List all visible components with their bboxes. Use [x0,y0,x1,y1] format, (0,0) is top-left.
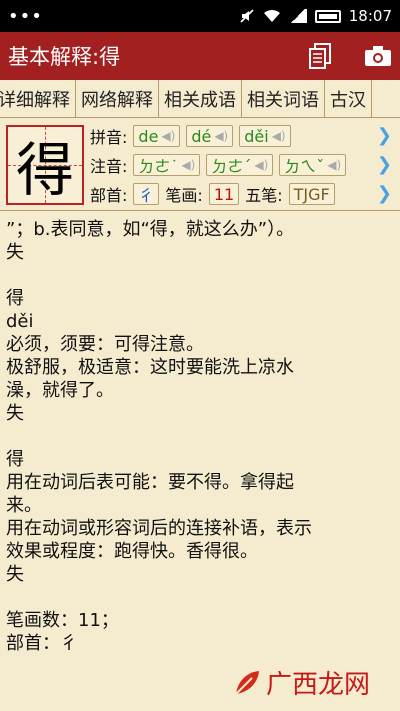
content-line: 用在动词或形容词后的连接补语，表示 [6,518,312,539]
watermark-text: 广西龙网 [265,670,370,700]
title-bar: 基本解释:得 [0,32,400,80]
pinyin-label: 拼音: [90,128,128,147]
mute-icon [240,9,254,23]
definition-content[interactable]: ”；b.表同意，如“得，就这么办”）。 失 得 děi 必须，须要：可得注意。 … [0,212,400,711]
character-grid: 得 [6,125,84,205]
speaker-icon: ◀) [161,129,176,143]
camera-icon [365,46,391,66]
wubi-label: 五笔: [245,186,283,205]
content-line: děi [6,311,34,332]
content-line: 得 [6,288,24,309]
copy-icon [309,43,331,69]
strokes-value: 11 [208,183,240,205]
pinyin-row: 拼音: de ◀) dé ◀) děi ◀) [90,123,291,149]
tab-words[interactable]: 相关词语 [242,80,325,117]
zhuyin-more-arrow-icon[interactable]: ❯ [377,154,392,175]
radical-label: 部首: [90,186,128,205]
character-panel: 得 拼音: de ◀) dé ◀) děi ◀) ❯ 注音: ㄉㄜ˙ ◀) ㄉㄜˊ ◀) … [0,119,400,211]
content-line: 部首：彳 [6,633,78,654]
status-bar: ••• 18:07 [0,0,400,32]
content-line: 澡，就得了。 [6,380,114,401]
notification-dots: ••• [8,5,43,27]
content-line: ”；b.表同意，如“得，就这么办”）。 [6,219,295,240]
zhuyin-dei-button[interactable]: ㄉㄟˇ ◀) [279,154,347,176]
strokes-label: 笔画: [165,186,203,205]
copy-button[interactable] [306,42,334,70]
speaker-icon: ◀) [254,158,269,172]
speaker-icon: ◀) [214,129,229,143]
status-icons: 18:07 [239,7,392,25]
pinyin-de-button[interactable]: de ◀) [133,125,181,147]
zhuyin-label: 注音: [90,157,128,176]
content-line: 来。 [6,495,42,516]
content-line: 必须，须要：可得注意。 [6,334,204,355]
content-line: 极舒服，极适意：这时要能洗上凉水 [6,357,294,378]
tab-bar: 详细解释 网络解释 相关成语 相关词语 古汉 [0,80,400,118]
battery-icon [314,9,341,23]
content-line: 失 [6,242,24,263]
content-line [6,586,394,609]
leaf-logo-icon [235,670,259,695]
meta-row: 部首: 彳 笔画: 11 五笔: TJGF [90,181,335,207]
content-line [6,264,394,287]
content-line: 得 [6,449,24,470]
page-title: 基本解释:得 [8,45,121,69]
content-line: 笔画数：11； [6,610,119,631]
pinyin-dei-button[interactable]: děi ◀) [239,125,291,147]
signal-icon [288,9,307,23]
meta-more-arrow-icon[interactable]: ❯ [377,183,392,204]
zhuyin-de2-button[interactable]: ㄉㄜˊ ◀) [206,154,274,176]
content-line: 失 [6,403,24,424]
wubi-value: TJGF [288,183,335,205]
zhuyin-de-button[interactable]: ㄉㄜ˙ ◀) [133,154,201,176]
speaker-icon: ◀) [327,158,342,172]
tab-detailed[interactable]: 详细解释 [0,80,76,117]
content-line: 效果或程度：跑得快。香得很。 [6,541,258,562]
wifi-icon [263,9,280,22]
content-line [6,425,394,448]
tab-idioms[interactable]: 相关成语 [159,80,242,117]
pinyin-more-arrow-icon[interactable]: ❯ [377,125,392,146]
zhuyin-row: 注音: ㄉㄜ˙ ◀) ㄉㄜˊ ◀) ㄉㄟˇ ◀) [90,152,347,178]
tab-classical[interactable]: 古汉 [325,80,372,117]
content-line: 用在动词后表可能：要不得。拿得起 [6,472,294,493]
character-glyph: 得 [15,136,74,204]
watermark: 广西龙网 [232,664,370,701]
clock: 18:07 [348,7,392,25]
tab-web[interactable]: 网络解释 [76,80,159,117]
radical-value[interactable]: 彳 [133,183,160,205]
camera-button[interactable] [364,42,392,70]
content-line: 失 [6,564,24,585]
pinyin-de2-button[interactable]: dé ◀) [186,125,234,147]
speaker-icon: ◀) [271,129,286,143]
speaker-icon: ◀) [181,158,196,172]
